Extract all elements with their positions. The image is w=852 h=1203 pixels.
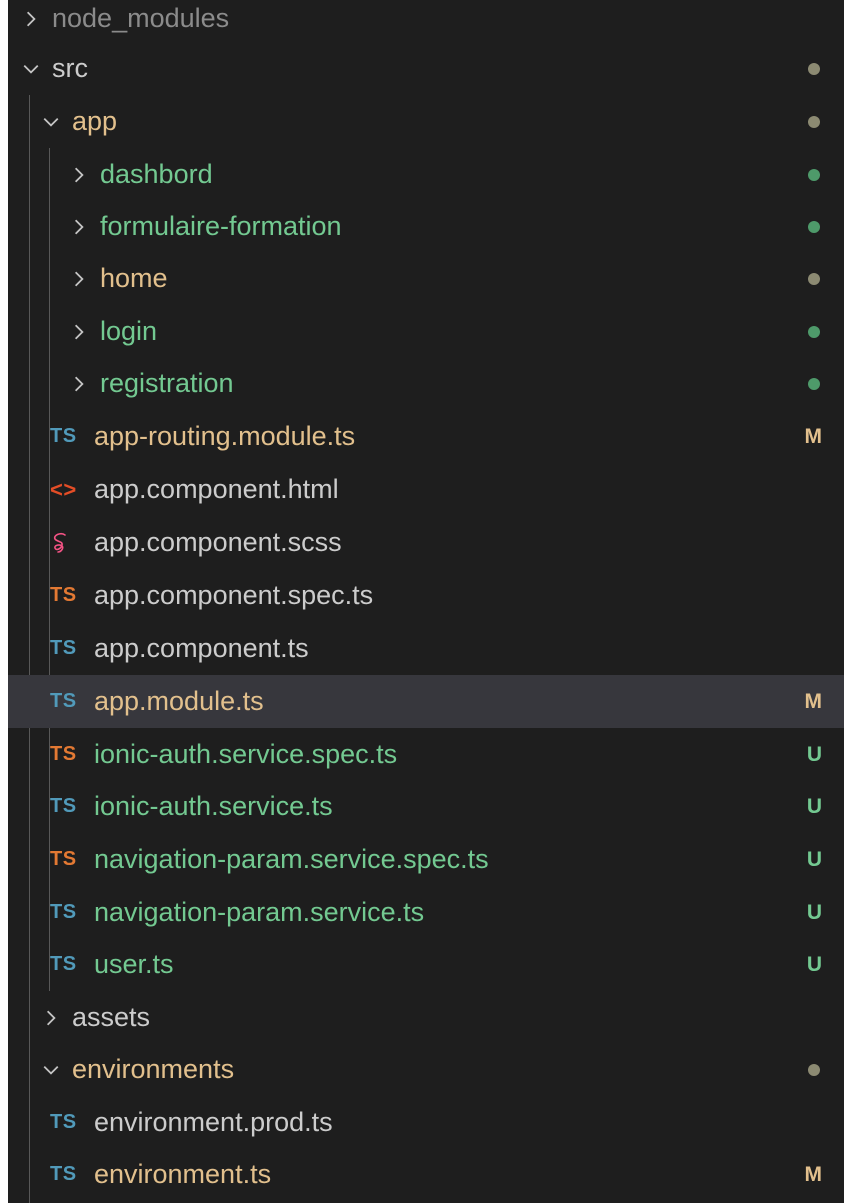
chevron-right-icon[interactable] xyxy=(18,0,44,45)
status-dot-icon xyxy=(808,42,822,95)
chevron-down-icon[interactable] xyxy=(18,42,44,95)
tree-item-label: environment.prod.ts xyxy=(94,1107,333,1137)
file-row-ionic-auth-service-spec-ts[interactable]: TS ionic-auth.service.spec.ts U xyxy=(8,728,844,781)
tree-item-label: ionic-auth.service.spec.ts xyxy=(94,739,398,769)
tree-item-label: src xyxy=(52,53,88,83)
tree-item-label: environment.ts xyxy=(94,1159,272,1189)
tree-item-label: app.module.ts xyxy=(94,686,264,716)
file-row-ionic-auth-service-ts[interactable]: TS ionic-auth.service.ts U xyxy=(8,780,844,833)
typescript-icon: TS xyxy=(50,1163,77,1185)
git-status-badge: U xyxy=(806,900,822,924)
file-explorer-tree: node_modulessrc app dashbord formulaire-for… xyxy=(8,0,844,1203)
status-dot-icon xyxy=(808,200,822,253)
status-dot-icon xyxy=(808,305,822,358)
file-row-app-routing-module-ts[interactable]: TS app-routing.module.ts M xyxy=(8,410,844,463)
typescript-icon: TS xyxy=(50,901,77,923)
tree-item-label: login xyxy=(100,316,158,346)
file-row-app-component-html[interactable]: <> app.component.html xyxy=(8,463,844,516)
typescript-spec-icon: TS xyxy=(50,584,77,606)
chevron-down-icon[interactable] xyxy=(38,1043,64,1096)
folder-row-home[interactable]: home xyxy=(8,252,844,305)
file-row-navigation-param-service-ts[interactable]: TS navigation-param.service.ts U xyxy=(8,886,844,939)
status-dot-icon xyxy=(808,252,822,305)
status-dot-icon xyxy=(808,95,822,148)
file-row-environment-ts[interactable]: TS environment.ts M xyxy=(8,1148,844,1201)
folder-row-src[interactable]: src xyxy=(8,42,844,95)
git-status-badge: M xyxy=(804,424,823,448)
folder-row-formulaire-formation[interactable]: formulaire-formation xyxy=(8,200,844,253)
folder-row-dashbord[interactable]: dashbord xyxy=(8,148,844,201)
tree-item-label: navigation-param.service.spec.ts xyxy=(94,844,489,874)
tree-item-label: ionic-auth.service.ts xyxy=(94,791,333,821)
typescript-icon: TS xyxy=(50,795,77,817)
folder-row-login[interactable]: login xyxy=(8,305,844,358)
typescript-icon: TS xyxy=(50,425,77,447)
typescript-icon: TS xyxy=(50,953,77,975)
git-status-badge: U xyxy=(806,952,822,976)
tree-item-label: app.component.ts xyxy=(94,633,309,663)
typescript-icon: TS xyxy=(50,1111,77,1133)
status-dot-icon xyxy=(808,1043,822,1096)
status-dot-icon xyxy=(808,148,822,201)
typescript-icon: TS xyxy=(50,690,77,712)
chevron-right-icon[interactable] xyxy=(66,148,92,201)
git-status-badge: U xyxy=(806,794,822,818)
file-row-app-module-ts[interactable]: TS app.module.ts M xyxy=(8,675,844,728)
chevron-down-icon[interactable] xyxy=(38,95,64,148)
typescript-icon: TS xyxy=(50,637,77,659)
tree-item-label: app.component.html xyxy=(94,474,339,504)
tree-item-label: home xyxy=(100,263,168,293)
folder-row-app[interactable]: app xyxy=(8,95,844,148)
tree-item-label: app.component.spec.ts xyxy=(94,580,374,610)
folder-row-assets[interactable]: assets xyxy=(8,991,844,1044)
git-status-badge: M xyxy=(804,1162,823,1186)
git-status-badge: U xyxy=(806,847,822,871)
status-dot-icon xyxy=(808,357,822,410)
tree-item-label: app xyxy=(72,106,118,136)
html-icon: <> xyxy=(50,476,77,502)
file-row-app-component-scss[interactable]: app.component.scss xyxy=(8,516,844,569)
chevron-right-icon[interactable] xyxy=(66,200,92,253)
folder-row-node-modules[interactable]: node_modules xyxy=(8,0,844,45)
tree-item-label: app-routing.module.ts xyxy=(94,421,356,451)
tree-item-label: dashbord xyxy=(100,159,213,189)
git-status-badge: M xyxy=(804,689,823,713)
file-row-app-component-spec-ts[interactable]: TS app.component.spec.ts xyxy=(8,569,844,622)
file-row-environment-prod-ts[interactable]: TS environment.prod.ts xyxy=(8,1096,844,1149)
sass-icon xyxy=(50,531,94,555)
file-row-user-ts[interactable]: TS user.ts U xyxy=(8,938,844,991)
tree-item-label: node_modules xyxy=(52,3,230,33)
tree-item-label: app.component.scss xyxy=(94,527,342,557)
git-status-badge: U xyxy=(806,742,822,766)
chevron-right-icon[interactable] xyxy=(38,991,64,1044)
folder-row-registration[interactable]: registration xyxy=(8,357,844,410)
tree-item-label: assets xyxy=(72,1002,151,1032)
tree-item-label: navigation-param.service.ts xyxy=(94,897,425,927)
chevron-right-icon[interactable] xyxy=(66,357,92,410)
typescript-spec-icon: TS xyxy=(50,743,77,765)
tree-item-label: user.ts xyxy=(94,949,174,979)
folder-row-environments[interactable]: environments xyxy=(8,1043,844,1096)
file-row-navigation-param-service-spec-ts[interactable]: TS navigation-param.service.spec.ts U xyxy=(8,833,844,886)
file-row-app-component-ts[interactable]: TS app.component.ts xyxy=(8,622,844,675)
typescript-spec-icon: TS xyxy=(50,848,77,870)
chevron-right-icon[interactable] xyxy=(66,305,92,358)
tree-item-label: registration xyxy=(100,368,234,398)
tree-item-label: environments xyxy=(72,1054,235,1084)
tree-item-label: formulaire-formation xyxy=(100,211,342,241)
chevron-right-icon[interactable] xyxy=(66,252,92,305)
